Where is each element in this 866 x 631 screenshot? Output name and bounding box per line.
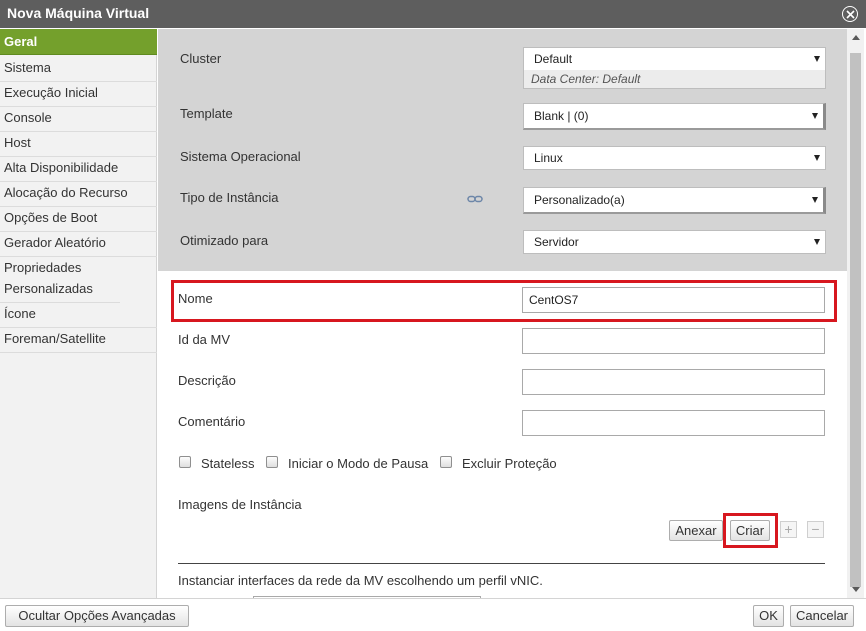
add-image-button[interactable]: + <box>780 521 797 538</box>
main-scrollbar[interactable] <box>847 29 864 598</box>
comment-label: Comentário <box>178 414 246 429</box>
sidebar-item-propriedades-personalizadas[interactable]: Propriedades Personalizadas <box>0 257 120 303</box>
sidebar-item-alocacao-do-recurso[interactable]: Alocação do Recurso <box>0 182 157 207</box>
chevron-down-icon <box>814 239 820 245</box>
delete-protection-label: Excluir Proteção <box>462 456 557 471</box>
vm-id-input[interactable] <box>522 328 825 354</box>
sidebar-item-opcoes-de-boot[interactable]: Opções de Boot <box>0 207 157 232</box>
scrollbar-thumb[interactable] <box>850 53 861 587</box>
data-center-note: Data Center: Default <box>523 70 826 89</box>
sidebar-item-sistema[interactable]: Sistema <box>0 57 157 82</box>
chevron-down-icon <box>814 56 820 62</box>
sidebar-item-gerador-aleatorio[interactable]: Gerador Aleatório <box>0 232 157 257</box>
sidebar-item-execucao-inicial[interactable]: Execução Inicial <box>0 82 157 107</box>
pause-mode-checkbox[interactable] <box>266 456 278 468</box>
chevron-down-icon <box>812 197 818 203</box>
hide-advanced-options-button[interactable]: Ocultar Opções Avançadas <box>5 605 189 627</box>
close-icon[interactable] <box>842 6 858 22</box>
os-select-value: Linux <box>534 151 563 165</box>
cluster-select[interactable]: Default <box>523 47 826 71</box>
sidebar-item-geral[interactable]: Geral <box>0 29 157 55</box>
main-panel: Cluster Default Data Center: Default Tem… <box>158 29 847 598</box>
instance-type-select[interactable]: Personalizado(a) <box>523 187 826 214</box>
instance-type-select-value: Personalizado(a) <box>534 193 625 207</box>
comment-input[interactable] <box>522 410 825 436</box>
template-select-value: Blank | (0) <box>534 109 589 123</box>
scroll-up-icon[interactable] <box>852 35 860 40</box>
template-select[interactable]: Blank | (0) <box>523 103 826 130</box>
vnic-instructions: Instanciar interfaces da rede da MV esco… <box>178 573 543 588</box>
create-button[interactable]: Criar <box>730 520 770 541</box>
chevron-down-icon <box>814 155 820 161</box>
title-bar: Nova Máquina Virtual <box>0 0 866 28</box>
instance-type-label: Tipo de Instância <box>180 190 279 205</box>
cluster-select-value: Default <box>534 52 573 66</box>
cluster-label: Cluster <box>180 51 222 66</box>
sidebar-item-console[interactable]: Console <box>0 107 157 132</box>
stateless-label: Stateless <box>201 456 255 471</box>
section-divider <box>178 563 825 564</box>
stateless-checkbox[interactable] <box>179 456 191 468</box>
attach-button[interactable]: Anexar <box>669 520 723 541</box>
chain-link-icon <box>467 192 483 207</box>
description-label: Descrição <box>178 373 236 388</box>
instance-images-label: Imagens de Instância <box>178 497 302 512</box>
dialog-footer: Ocultar Opções Avançadas OK Cancelar <box>0 598 866 631</box>
os-label: Sistema Operacional <box>180 149 301 164</box>
optimized-for-select-value: Servidor <box>534 235 579 249</box>
remove-image-button[interactable]: − <box>807 521 824 538</box>
sidebar-item-alta-disponibilidade[interactable]: Alta Disponibilidade <box>0 157 157 182</box>
scroll-down-icon[interactable] <box>852 587 860 592</box>
delete-protection-checkbox[interactable] <box>440 456 452 468</box>
name-input[interactable]: CentOS7 <box>522 287 825 313</box>
description-input[interactable] <box>522 369 825 395</box>
pause-mode-label: Iniciar o Modo de Pausa <box>288 456 429 471</box>
optimized-for-select[interactable]: Servidor <box>523 230 826 254</box>
cancel-button[interactable]: Cancelar <box>790 605 854 627</box>
optimized-for-label: Otimizado para <box>180 233 269 248</box>
chevron-down-icon <box>812 113 818 119</box>
template-label: Template <box>180 106 233 121</box>
name-label: Nome <box>178 291 213 306</box>
os-select[interactable]: Linux <box>523 146 826 170</box>
sidebar-item-icone[interactable]: Ícone <box>0 303 157 328</box>
ok-button[interactable]: OK <box>753 605 784 627</box>
window-title: Nova Máquina Virtual <box>7 5 150 21</box>
sidebar-item-host[interactable]: Host <box>0 132 157 157</box>
sidebar: Geral Sistema Execução Inicial Console H… <box>0 29 157 598</box>
sidebar-item-foreman-satellite[interactable]: Foreman/Satellite <box>0 328 157 353</box>
vm-id-label: Id da MV <box>178 332 231 347</box>
